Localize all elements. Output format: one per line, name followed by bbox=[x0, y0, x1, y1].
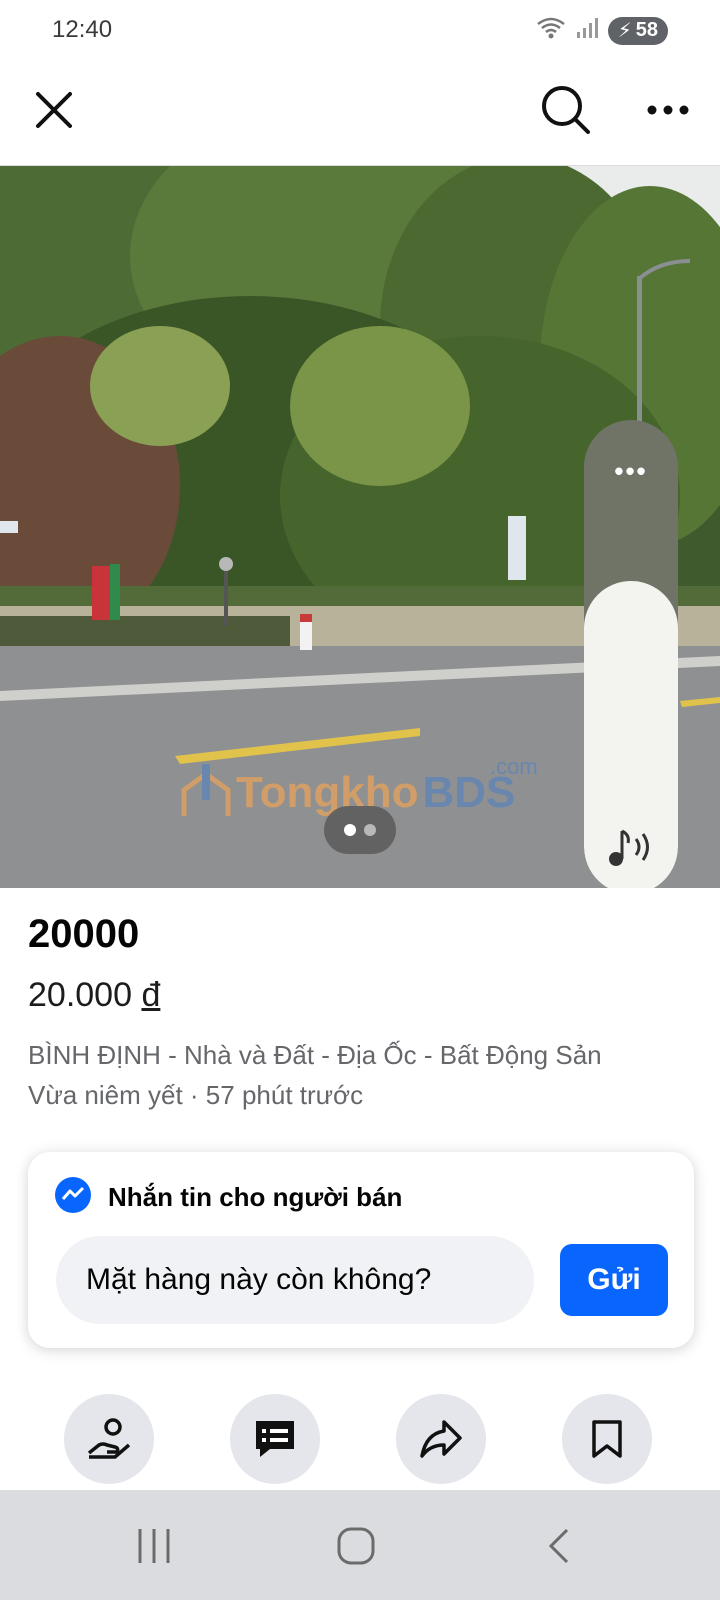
send-button[interactable]: Gửi bbox=[560, 1244, 668, 1316]
volume-icon bbox=[606, 825, 658, 874]
home-icon bbox=[337, 1527, 375, 1565]
battery-charging-icon: ⚡ bbox=[617, 20, 632, 42]
watermark-left: Tongkho bbox=[236, 768, 419, 817]
listing-posted-time: Vừa niêm yết · 57 phút trước bbox=[28, 1080, 364, 1110]
action-buttons bbox=[0, 1394, 720, 1488]
system-nav-bar bbox=[0, 1490, 720, 1600]
more-options-button[interactable] bbox=[636, 78, 700, 142]
offer-button[interactable] bbox=[64, 1394, 154, 1484]
volume-slider[interactable]: ••• bbox=[584, 420, 678, 888]
signal-icon bbox=[576, 16, 598, 45]
building-logo-icon bbox=[181, 764, 231, 816]
listing-category[interactable]: BÌNH ĐỊNH - Nhà và Đất - Địa Ốc - Bất Độ… bbox=[28, 1040, 602, 1071]
message-header: Nhắn tin cho người bán bbox=[54, 1176, 402, 1219]
message-title: Nhắn tin cho người bán bbox=[108, 1182, 403, 1212]
message-input[interactable] bbox=[56, 1236, 534, 1324]
home-button[interactable] bbox=[316, 1518, 396, 1574]
message-icon bbox=[256, 1421, 294, 1457]
status-time: 12:40 bbox=[52, 16, 113, 43]
price-value: 20.000 bbox=[28, 976, 132, 1014]
message-button[interactable] bbox=[230, 1394, 320, 1484]
share-icon bbox=[420, 1420, 462, 1458]
recent-apps-icon bbox=[138, 1529, 170, 1563]
watermark-suffix: .com bbox=[490, 754, 538, 779]
battery-indicator: ⚡ 58 bbox=[607, 16, 668, 45]
more-icon bbox=[647, 105, 689, 115]
back-button[interactable] bbox=[518, 1518, 598, 1574]
messenger-icon bbox=[54, 1176, 92, 1219]
battery-level: 58 bbox=[635, 19, 658, 41]
share-button[interactable] bbox=[396, 1394, 486, 1484]
hand-offer-icon bbox=[87, 1418, 131, 1459]
bookmark-icon bbox=[592, 1420, 622, 1458]
status-bar: 12:40 ⚡ 58 bbox=[0, 0, 720, 62]
status-icons: ⚡ 58 bbox=[536, 16, 668, 45]
pager-dot bbox=[364, 824, 376, 836]
listing-photo[interactable]: ••• Tongkho BDS .com bbox=[0, 166, 720, 888]
message-seller-card: Nhắn tin cho người bán Gửi bbox=[28, 1152, 694, 1348]
volume-more-icon[interactable]: ••• bbox=[584, 456, 678, 487]
search-button[interactable] bbox=[534, 78, 598, 142]
recent-apps-button[interactable] bbox=[114, 1518, 194, 1574]
search-icon bbox=[542, 86, 590, 134]
pager-dot-active bbox=[344, 824, 356, 836]
save-button[interactable] bbox=[562, 1394, 652, 1484]
price-currency: đ bbox=[141, 976, 161, 1014]
back-icon bbox=[548, 1528, 569, 1564]
top-bar bbox=[0, 62, 720, 166]
listing-price: 20.000 đ bbox=[28, 976, 160, 1015]
wifi-icon bbox=[536, 16, 566, 45]
close-icon bbox=[36, 92, 72, 128]
close-button[interactable] bbox=[24, 80, 84, 140]
listing-title: 20000 bbox=[28, 912, 140, 956]
photo-pager bbox=[324, 806, 396, 854]
